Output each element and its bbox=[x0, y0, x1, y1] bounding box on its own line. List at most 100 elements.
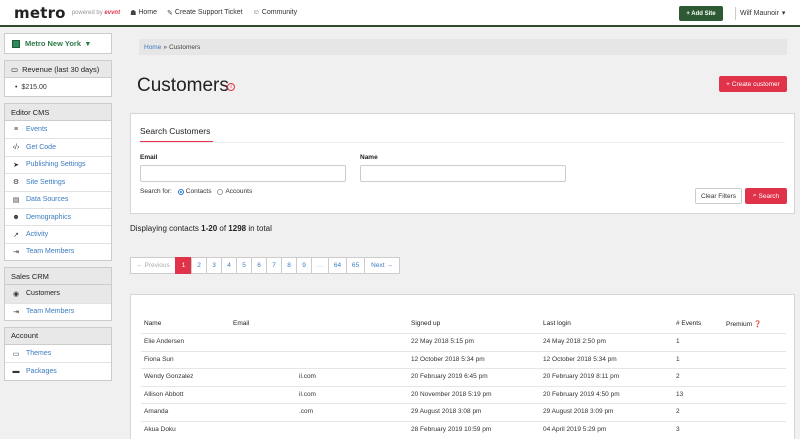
breadcrumb: Home » Customers bbox=[139, 39, 787, 55]
pagination-page[interactable]: 9 bbox=[296, 257, 312, 274]
sidebar-item-label: Packages bbox=[26, 367, 57, 375]
sidebar-item-crm-team-members[interactable]: ⇥ Team Members bbox=[5, 302, 111, 320]
top-bar: metro powered by evvnt ☗ Home ✎ Create S… bbox=[0, 0, 800, 27]
column-header-name[interactable]: Name bbox=[144, 320, 161, 327]
search-panel: Search Customers Email Name Search for: … bbox=[130, 113, 795, 214]
cell-events: 1 bbox=[676, 355, 680, 363]
code-icon: ‹/› bbox=[12, 144, 20, 152]
pagination-page[interactable]: 5 bbox=[236, 257, 252, 274]
radio-empty-icon bbox=[217, 188, 224, 195]
search-button[interactable]: ⌕ Search bbox=[745, 188, 787, 204]
sidebar-item-site-settings[interactable]: ⚙ Site Settings bbox=[5, 173, 111, 190]
table-row[interactable]: Elie Andersen 22 May 2018 5:15 pm 24 May… bbox=[141, 333, 786, 351]
email-field[interactable] bbox=[140, 165, 346, 182]
name-field[interactable] bbox=[360, 165, 566, 182]
sidebar-item-label: Themes bbox=[26, 350, 52, 358]
powered-by: powered by evvnt bbox=[72, 10, 120, 16]
search-title: Search Customers bbox=[140, 126, 211, 136]
revenue-header: ▭ Revenue (last 30 days) bbox=[5, 61, 111, 78]
sales-crm-header: Sales CRM bbox=[5, 268, 111, 286]
sign-in-icon: ⇥ bbox=[13, 248, 19, 256]
breadcrumb-separator: » bbox=[163, 43, 167, 51]
clear-filters-button[interactable]: Clear Filters bbox=[695, 188, 742, 204]
money-icon: ▭ bbox=[11, 64, 19, 74]
sidebar-item-demographics[interactable]: ☻ Demographics bbox=[5, 207, 111, 225]
group-icon: ☻ bbox=[12, 213, 20, 221]
column-header-premium[interactable]: Premium ❓ bbox=[726, 320, 762, 328]
pagination-page[interactable]: 1 bbox=[175, 257, 192, 274]
pagination-page[interactable]: 3 bbox=[206, 257, 222, 274]
powered-by-brand: evvnt bbox=[104, 9, 121, 16]
credit-card-icon: ▬ bbox=[12, 367, 20, 375]
radio-accounts[interactable]: Accounts bbox=[217, 188, 252, 195]
cell-events: 3 bbox=[676, 425, 680, 433]
results-summary: Displaying contacts 1-20 of 1298 in tota… bbox=[130, 224, 272, 233]
pagination-next[interactable]: Next → bbox=[364, 257, 400, 274]
add-site-button[interactable]: + Add Site bbox=[679, 6, 723, 21]
column-header-last-login[interactable]: Last login bbox=[543, 320, 571, 327]
site-selector[interactable]: Metro New York ▾ bbox=[4, 33, 112, 54]
nav-home-label: Home bbox=[138, 9, 158, 16]
cell-last-login: 20 February 2019 8:11 pm bbox=[543, 373, 620, 380]
sidebar: Metro New York ▾ ▭ Revenue (last 30 days… bbox=[4, 33, 112, 387]
sidebar-item-label: Publishing Settings bbox=[26, 161, 86, 169]
user-name: Wilf Maunoir bbox=[740, 9, 779, 17]
nav-create-support-ticket[interactable]: ✎ Create Support Ticket bbox=[167, 9, 243, 17]
nav-community-label: Community bbox=[261, 9, 298, 16]
search-for-group: Search for: Contacts Accounts bbox=[140, 188, 252, 195]
info-icon[interactable]: i bbox=[227, 83, 235, 91]
powered-by-text: powered by bbox=[71, 9, 103, 16]
radio-contacts[interactable]: Contacts bbox=[177, 188, 211, 195]
question-circle-icon: ❓ bbox=[753, 321, 762, 328]
users-icon: ☺ bbox=[252, 9, 260, 16]
table-row[interactable]: Allison Abbott il.com 20 November 2018 5… bbox=[141, 385, 786, 404]
sidebar-item-activity[interactable]: ↗ Activity bbox=[5, 225, 111, 242]
breadcrumb-home[interactable]: Home bbox=[144, 44, 161, 51]
sidebar-item-data-sources[interactable]: ▤ Data Sources bbox=[5, 190, 111, 208]
sidebar-item-themes[interactable]: ▭ Themes bbox=[5, 345, 111, 362]
revenue-title: Revenue (last 30 days) bbox=[22, 64, 100, 74]
pagination-page[interactable]: 64 bbox=[328, 257, 347, 274]
sidebar-item-label: Activity bbox=[26, 231, 49, 239]
pagination-page[interactable]: 2 bbox=[191, 257, 207, 274]
email-label: Email bbox=[140, 154, 158, 161]
site-flag-icon bbox=[12, 39, 20, 48]
pagination-page[interactable]: 4 bbox=[221, 257, 237, 274]
sidebar-item-events[interactable]: ≡ Events bbox=[5, 121, 111, 138]
sidebar-item-packages[interactable]: ▬ Packages bbox=[5, 362, 111, 379]
nav-community[interactable]: ☺ Community bbox=[253, 9, 298, 17]
column-header-email[interactable]: Email bbox=[233, 320, 249, 327]
cell-signed-up: 12 October 2018 5:34 pm bbox=[411, 355, 485, 363]
column-header-events[interactable]: # Events bbox=[676, 320, 701, 327]
summary-suffix: in total bbox=[246, 224, 272, 233]
breadcrumb-current: Customers bbox=[168, 43, 201, 51]
nav-home[interactable]: ☗ Home bbox=[130, 9, 157, 17]
pagination-previous[interactable]: ← Previous bbox=[130, 257, 176, 274]
sidebar-item-publishing-settings[interactable]: ➤ Publishing Settings bbox=[5, 155, 111, 173]
cell-events: 13 bbox=[676, 390, 684, 398]
search-for-label: Search for: bbox=[140, 188, 172, 195]
editor-cms-header: Editor CMS bbox=[5, 104, 111, 121]
summary-range: 1-20 bbox=[201, 224, 218, 233]
sidebar-item-customers[interactable]: ◉ Customers bbox=[5, 285, 111, 303]
table-row[interactable]: Fiona Sun 12 October 2018 5:34 pm 12 Oct… bbox=[141, 350, 786, 369]
list-icon: ≡ bbox=[13, 126, 19, 134]
table-row[interactable]: Wendy Gonzalez il.com 20 February 2019 6… bbox=[141, 368, 786, 386]
user-menu[interactable]: Wilf Maunoir ▾ bbox=[740, 9, 785, 18]
pagination-page[interactable]: 8 bbox=[281, 257, 297, 274]
pagination-page[interactable]: 7 bbox=[266, 257, 282, 274]
sitemap-icon: ☗ bbox=[130, 9, 137, 17]
sidebar-item-team-members[interactable]: ⇥ Team Members bbox=[5, 242, 111, 260]
search-button-label: Search bbox=[758, 192, 780, 200]
table-row[interactable]: Akua Doku 28 February 2019 10:59 pm 04 A… bbox=[141, 420, 786, 439]
sidebar-item-get-code[interactable]: ‹/› Get Code bbox=[5, 138, 111, 155]
pagination-page[interactable]: 65 bbox=[346, 257, 365, 274]
table-row[interactable]: Amanda .com 29 August 2018 3:08 pm 29 Au… bbox=[141, 403, 786, 421]
column-header-signed-up[interactable]: Signed up bbox=[411, 320, 440, 327]
metro-logo[interactable]: metro bbox=[14, 4, 66, 22]
cell-email: il.com bbox=[299, 390, 316, 398]
summary-total: 1298 bbox=[228, 224, 247, 233]
pagination-page[interactable]: 6 bbox=[251, 257, 267, 274]
account-panel: Account ▭ Themes ▬ Packages bbox=[4, 326, 112, 381]
create-customer-button[interactable]: + Create customer bbox=[719, 76, 787, 92]
